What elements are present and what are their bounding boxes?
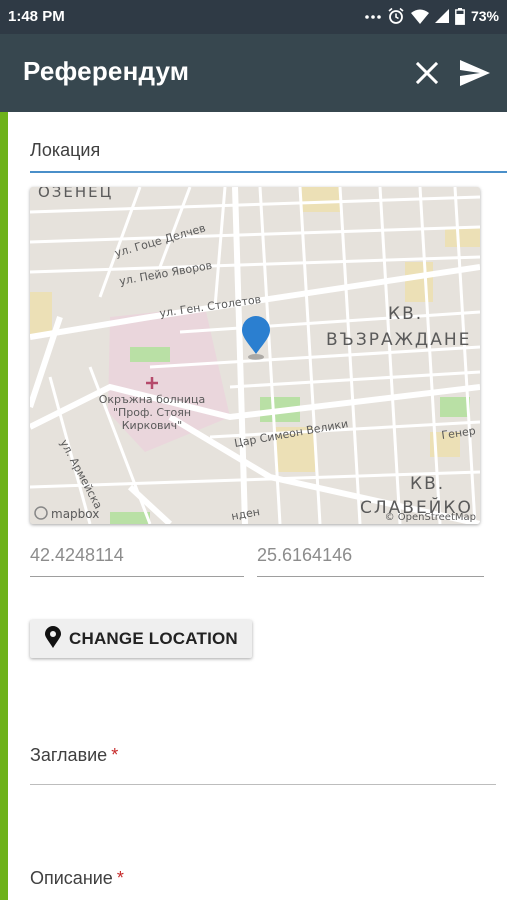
- location-pin-icon: [45, 625, 61, 653]
- send-icon[interactable]: [458, 58, 490, 90]
- accent-bar: [0, 112, 8, 900]
- longitude-field[interactable]: 25.6164146: [257, 545, 352, 566]
- description-label-text: Описание: [30, 868, 113, 888]
- more-dots-icon: [365, 13, 381, 19]
- map-view[interactable]: ОЗЕНЕЦ ул. Гоце Делчев ул. Пейо Яворов у…: [30, 187, 480, 524]
- map-label-district: КВ.: [388, 304, 423, 324]
- location-underline: [30, 171, 507, 173]
- status-icons: 73%: [365, 7, 499, 25]
- latitude-underline: [30, 576, 244, 577]
- required-mark: *: [116, 868, 124, 888]
- location-label: Локация: [30, 140, 101, 160]
- title-label-text: Заглавие: [30, 745, 108, 765]
- wifi-icon: [410, 9, 429, 24]
- app-bar: Референдум: [0, 34, 507, 112]
- title-field-underline: [30, 784, 496, 785]
- signal-icon: [434, 9, 449, 23]
- description-field-label[interactable]: Описание *: [30, 868, 124, 889]
- title-field-label[interactable]: Заглавие *: [30, 745, 118, 766]
- block-area: [445, 227, 480, 247]
- osm-attribution[interactable]: © OpenStreetMap: [385, 512, 476, 523]
- mapbox-attribution: mapbox: [51, 507, 99, 521]
- park-area: [130, 347, 170, 362]
- required-mark: *: [111, 745, 119, 765]
- map-label-district: ВЪЗРАЖДАНЕ: [326, 330, 471, 350]
- page-title: Референдум: [23, 56, 190, 86]
- alarm-icon: [387, 7, 405, 25]
- map-label-hospital: "Проф. Стоян: [113, 406, 191, 419]
- close-icon[interactable]: [412, 58, 444, 90]
- change-location-label: CHANGE LOCATION: [69, 629, 238, 648]
- block-area: [300, 187, 340, 212]
- block-area: [30, 292, 52, 337]
- park-area: [110, 512, 150, 524]
- battery-icon: [455, 7, 465, 25]
- block-area: [405, 262, 433, 302]
- map-label-hospital: Окръжна болница: [99, 393, 206, 406]
- latitude-field[interactable]: 42.4248114: [30, 545, 124, 566]
- battery-percent: 73%: [470, 8, 499, 24]
- map-label-hospital: Киркович": [122, 419, 183, 432]
- map-label-district: КВ.: [410, 474, 445, 494]
- park-area: [440, 397, 470, 417]
- change-location-button[interactable]: CHANGE LOCATION: [30, 620, 252, 658]
- status-time: 1:48 PM: [8, 8, 65, 25]
- status-bar: 1:48 PM 73%: [0, 0, 507, 34]
- map-label-district-ozenets: ОЗЕНЕЦ: [38, 187, 113, 201]
- longitude-underline: [257, 576, 484, 577]
